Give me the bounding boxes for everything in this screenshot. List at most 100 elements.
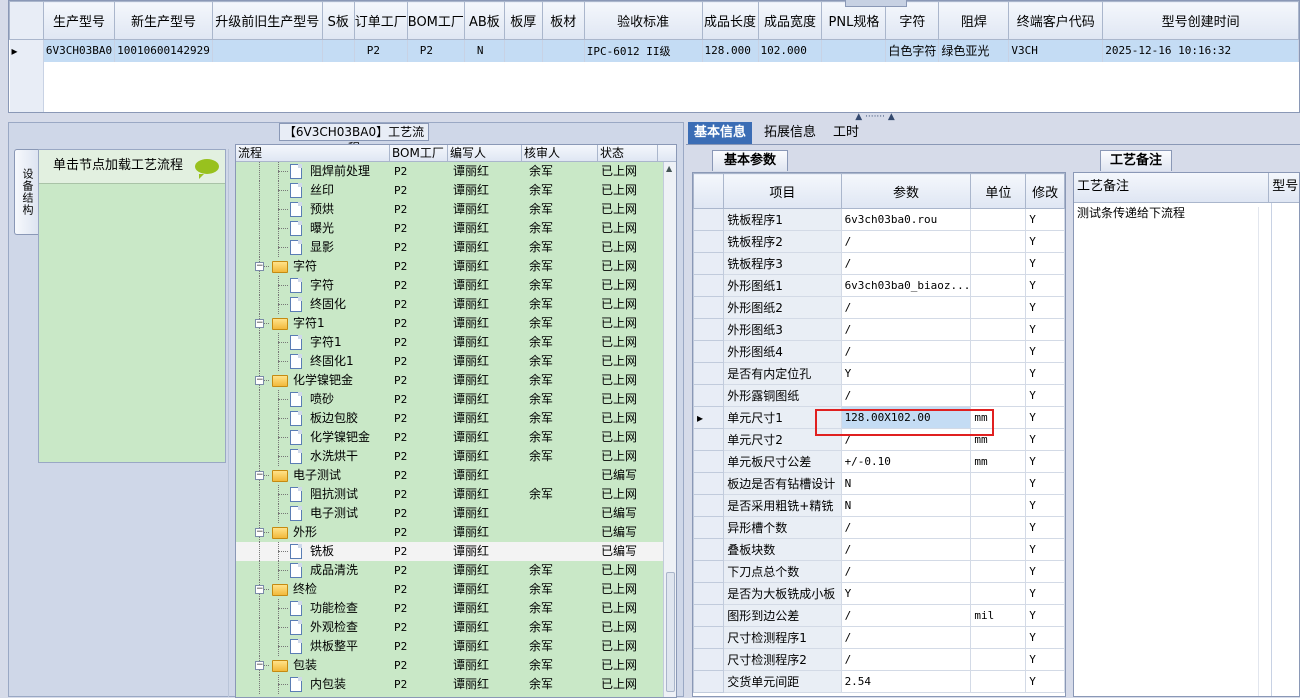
param-value-cell[interactable]: / [840,560,972,583]
tab-work-hours[interactable]: 工时 [826,122,866,144]
column-header[interactable]: 板厚 [503,1,543,40]
tree-row[interactable]: 曝光 P2 谭丽红 余军 已上网 [236,219,676,238]
tree-row[interactable]: − 终检 P2 谭丽红 余军 已上网 [236,580,676,599]
param-value-cell[interactable]: +/-0.10 [840,450,972,473]
collapse-toggle-icon[interactable]: − [255,262,264,271]
param-row[interactable]: 尺寸检测程序1/ Y [693,626,1065,649]
param-row[interactable]: 异形槽个数 / Y [693,516,1065,539]
param-unit-cell[interactable] [970,340,1027,363]
param-modify-cell[interactable]: Y [1025,626,1065,649]
param-unit-cell[interactable] [970,560,1027,583]
param-row[interactable]: 叠板块数 / Y [693,538,1065,561]
param-modify-cell[interactable]: Y [1025,428,1065,451]
collapse-toggle-icon[interactable]: − [255,376,264,385]
tree-node[interactable]: 预烘 [236,200,390,219]
param-value-cell[interactable]: / [840,648,972,671]
tree-node[interactable]: 成品清洗 [236,561,390,580]
tree-row[interactable]: 板边包胶 P2 谭丽红 余军 已上网 [236,409,676,428]
scroll-up-icon[interactable]: ▲ [666,164,672,173]
tree-row[interactable]: 丝印 P2 谭丽红 余军 已上网 [236,181,676,200]
collapse-toggle-icon[interactable]: − [255,471,264,480]
column-header[interactable]: 板材 [541,1,585,40]
tree-node[interactable]: − 外形 [236,523,390,542]
tree-row[interactable]: − 字符1 P2 谭丽红 余军 已上网 [236,314,676,333]
param-unit-cell[interactable] [970,648,1027,671]
column-header[interactable]: 型号创建时间 [1102,1,1299,40]
param-row[interactable]: 是否为大板铣成小板 Y Y [693,582,1065,605]
param-unit-cell[interactable] [970,318,1027,341]
table-cell[interactable]: P2 [407,39,465,62]
table-cell[interactable] [322,39,355,62]
collapse-toggle-icon[interactable]: − [255,585,264,594]
tree-node[interactable]: 曝光 [236,219,390,238]
tree-body[interactable]: 阻焊前处理 P2 谭丽红 余军 已上网 丝印 P2 谭丽红 余军 已上网 预烘 P2 谭丽红 余军 已上网曝… [236,162,676,694]
tree-column-header[interactable]: 流程 [236,145,390,161]
table-cell[interactable]: P2 [354,39,408,62]
table-cell[interactable]: 128.000 [702,39,759,62]
tree-node[interactable]: − 终检 [236,580,390,599]
tree-row[interactable]: − 化学镍钯金 P2 谭丽红 余军 已上网 [236,371,676,390]
tree-row[interactable]: − 外形 P2 谭丽红 已编写 [236,523,676,542]
param-modify-cell[interactable]: Y [1025,538,1065,561]
tree-node[interactable]: − 电子测试 [236,466,390,485]
model-grid[interactable]: 生产型号 新生产型号 升级前旧生产型号 S板 订单工厂 BOM工厂 AB板 板厚 板材 验收标准成… [8,0,1300,113]
tree-row[interactable]: 终固化 P2 谭丽红 余军 已上网 [236,295,676,314]
param-value-cell[interactable]: / [840,296,972,319]
param-row[interactable]: 尺寸检测程序2/ Y [693,648,1065,671]
param-column-header[interactable]: 单位 [970,173,1027,209]
param-modify-cell[interactable]: Y [1025,384,1065,407]
tree-row[interactable]: 内包装 P2 谭丽红 余军 已上网 [236,675,676,694]
tree-row[interactable]: 水洗烘干 P2 谭丽红 余军 已上网 [236,447,676,466]
collapse-toggle-icon[interactable]: − [255,528,264,537]
column-header[interactable]: 验收标准 [583,1,703,40]
tree-node[interactable]: 烘板整平 [236,637,390,656]
param-modify-cell[interactable]: Y [1025,516,1065,539]
param-row[interactable]: 是否有内定位孔 Y Y [693,362,1065,385]
param-row[interactable]: 下刀点总个数 / Y [693,560,1065,583]
table-cell[interactable] [821,39,887,62]
tree-node[interactable]: − 包装 [236,656,390,675]
tree-node[interactable]: 终固化 [236,295,390,314]
column-header[interactable]: 阻焊 [938,1,1010,40]
param-value-cell[interactable]: / [840,252,972,275]
param-unit-cell[interactable] [970,472,1027,495]
table-row[interactable]: ▸ 6V3CH03BA0 10010600142929 P2 P2 N IPC-6012 I… [9,39,1299,62]
tree-node[interactable]: 内包装 [236,675,390,694]
param-column-header[interactable]: 参数 [840,173,972,209]
tab-device-structure[interactable]: 设备结构 [14,149,38,235]
top-panel-handle[interactable] [845,0,907,7]
param-row[interactable]: 是否采用粗铣+精铣 N Y [693,494,1065,517]
param-unit-cell[interactable]: mil [970,604,1027,627]
table-cell[interactable]: 白色字符 [885,39,940,62]
column-header[interactable]: 终端客户代码 [1008,1,1104,40]
tab-basic-info[interactable]: 基本信息 [688,122,752,144]
tree-node[interactable]: 显影 [236,238,390,257]
param-modify-cell[interactable]: Y [1025,406,1065,429]
param-row[interactable]: 图形到边公差 / mil Y [693,604,1065,627]
param-unit-cell[interactable] [970,626,1027,649]
tree-node[interactable]: 铣板 [236,542,390,561]
param-modify-cell[interactable]: Y [1025,450,1065,473]
scroll-thumb[interactable] [666,572,675,692]
param-row[interactable]: 外形露铜图纸 / Y [693,384,1065,407]
table-cell[interactable]: 10010600142929 [114,39,213,62]
tree-row[interactable]: − 电子测试 P2 谭丽红 已编写 [236,466,676,485]
tree-node[interactable]: 电子测试 [236,504,390,523]
param-modify-cell[interactable]: Y [1025,274,1065,297]
tree-column-header[interactable]: 状态 [598,145,658,161]
collapse-toggle-icon[interactable]: − [255,661,264,670]
param-modify-cell[interactable]: Y [1025,582,1065,605]
tree-row[interactable]: 外观检查 P2 谭丽红 余军 已上网 [236,618,676,637]
param-unit-cell[interactable] [970,230,1027,253]
column-header[interactable]: 升级前旧生产型号 [211,1,323,40]
param-row[interactable]: 外形图纸2/ Y [693,296,1065,319]
table-cell[interactable]: N [464,39,505,62]
param-modify-cell[interactable]: Y [1025,670,1065,693]
param-modify-cell[interactable]: Y [1025,560,1065,583]
tree-row[interactable]: 功能检查 P2 谭丽红 余军 已上网 [236,599,676,618]
tab-basic-params[interactable]: 基本参数 [712,150,788,171]
param-unit-cell[interactable] [970,362,1027,385]
param-row[interactable]: 外形图纸1 6v3ch03ba0_biaoz... Y [693,274,1065,297]
param-value-cell[interactable]: 2.54 [840,670,972,693]
param-unit-cell[interactable] [970,538,1027,561]
